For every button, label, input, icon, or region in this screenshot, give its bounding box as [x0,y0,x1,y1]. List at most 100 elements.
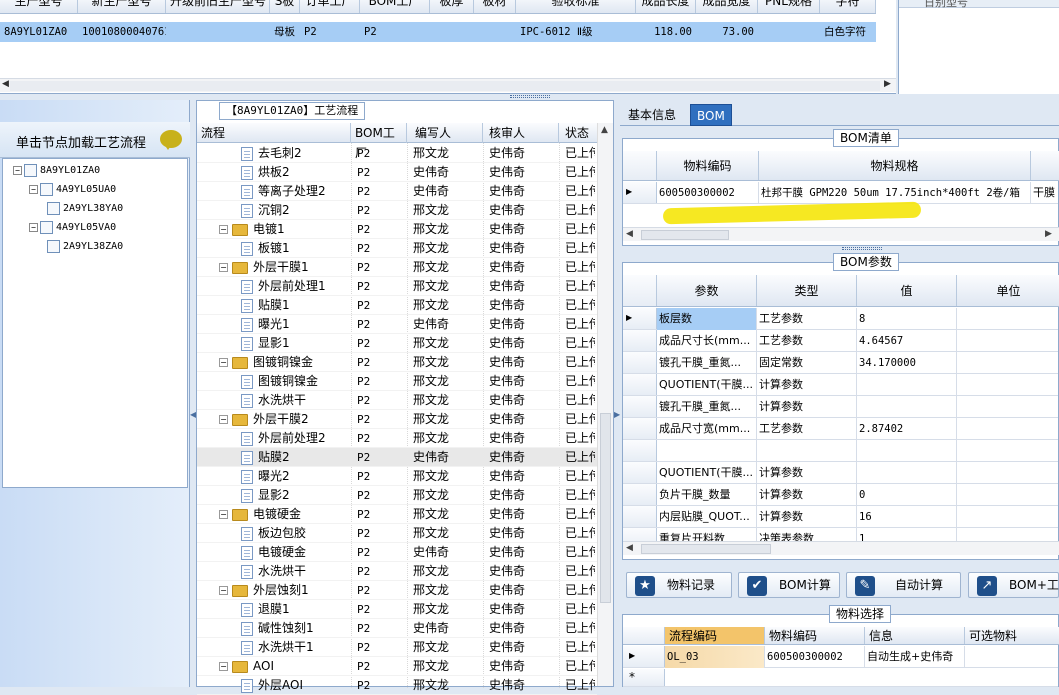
production-cell[interactable] [166,22,270,42]
reviewer-cell[interactable]: 史伟奇 [489,239,549,258]
bom-factory-cell[interactable]: P2 [357,296,417,315]
reviewer-cell[interactable]: 史伟奇 [489,296,549,315]
process-row[interactable]: 外层AOI P2邢文龙史伟奇已上传 [197,676,597,695]
writer-cell[interactable]: 邢文龙 [413,505,473,524]
bom-factory-cell[interactable]: P2 [357,581,417,600]
process-name-cell[interactable]: 贴膜2 [241,448,351,467]
process-name-cell[interactable]: 外层前处理2 [241,429,351,448]
splitter-grip-icon[interactable] [842,247,882,250]
status-cell[interactable]: 已上传 [565,391,595,410]
param-name-cell[interactable]: 成品尺寸宽(mm... [657,418,757,440]
process-row[interactable]: − 图镀铜镍金 P2邢文龙史伟奇已上传 [197,353,597,372]
process-row[interactable]: − 外层干膜1 P2邢文龙史伟奇已上传 [197,258,597,277]
bom-param-row[interactable]: QUOTIENT(干膜... 计算参数 [623,462,1058,484]
process-name-cell[interactable]: − AOI [219,657,351,676]
bom-factory-cell[interactable]: P2 [357,391,417,410]
writer-cell[interactable]: 邢文龙 [413,429,473,448]
param-type-cell[interactable]: 工艺参数 [757,330,857,352]
col-header-reviewer[interactable]: 核审人 [483,123,559,143]
bom-param-row[interactable]: 镀孔干膜_重氮... 计算参数 [623,396,1058,418]
process-name-cell[interactable]: 外层AOI [241,676,351,695]
param-value-cell[interactable] [857,440,957,462]
param-value-cell[interactable]: 16 [857,506,957,528]
reviewer-cell[interactable]: 史伟奇 [489,543,549,562]
process-row[interactable]: 沉铜2 P2邢文龙史伟奇已上传 [197,201,597,220]
param-type-cell[interactable]: 计算参数 [757,506,857,528]
right-splitter-handle[interactable]: ▶ [614,410,620,434]
process-name-cell[interactable]: 曝光1 [241,315,351,334]
status-cell[interactable]: 已上传 [565,448,595,467]
bom-factory-cell[interactable]: P2 [357,448,417,467]
col-header-flow-code[interactable]: 流程编码 [665,627,765,644]
process-name-cell[interactable]: 板镀1 [241,239,351,258]
process-name-cell[interactable]: − 外层蚀刻1 [219,581,351,600]
collapse-icon[interactable]: − [219,225,228,234]
col-header-8[interactable]: 验收标准 [516,0,636,13]
process-row[interactable]: 水洗烘干 P2邢文龙史伟奇已上传 [197,562,597,581]
col-header-writer[interactable]: 编写人 [407,123,483,143]
bom-factory-cell[interactable]: P2 [357,201,417,220]
material-select-row[interactable]: ▶ OL_03 600500300002 自动生成+史伟奇 [623,646,1058,668]
process-row[interactable]: 图镀铜镍金 P2邢文龙史伟奇已上传 [197,372,597,391]
param-name-cell[interactable]: 板层数 [657,308,757,330]
bom-factory-cell[interactable]: P2 [357,467,417,486]
col-header-param[interactable]: 参数 [657,275,757,306]
status-cell[interactable]: 已上传 [565,524,595,543]
col-header-status[interactable]: 状态 [559,123,599,143]
reviewer-cell[interactable]: 史伟奇 [489,505,549,524]
bom-param-row[interactable]: 负片干膜_数量 计算参数 0 [623,484,1058,506]
process-row[interactable]: 水洗烘干1 P2邢文龙史伟奇已上传 [197,638,597,657]
process-name-cell[interactable]: 烘板2 [241,163,351,182]
material-code-cell[interactable]: 600500300002 [765,646,865,668]
bom-param-row[interactable]: ▶ 板层数 工艺参数 8 [623,308,1058,330]
material-code-cell[interactable]: 600500300002 [657,182,759,204]
reviewer-cell[interactable]: 史伟奇 [489,144,549,163]
tab-basic-info[interactable]: 基本信息 [622,104,682,126]
col-header-7[interactable]: 板材 [474,0,516,13]
bom-list-row[interactable]: ▶ 600500300002 杜邦干膜 GPM220 50um 17.75inc… [623,182,1058,204]
scroll-up-icon[interactable]: ▲ [601,125,608,135]
tab-bom[interactable]: BOM [690,104,732,126]
process-row[interactable]: 板镀1 P2邢文龙史伟奇已上传 [197,239,597,258]
bom-plus-button[interactable]: ↗ BOM+工 [968,572,1059,598]
tree-node[interactable]: − 4A9YL05VA0 [29,220,116,236]
process-row[interactable]: 曝光1P2史伟奇史伟奇已上传 [197,315,597,334]
bom-params-hscrollbar[interactable]: ◀ [623,541,1059,555]
scroll-thumb[interactable] [641,544,771,554]
process-row[interactable]: 烘板2P2史伟奇史伟奇已上传 [197,163,597,182]
param-unit-cell[interactable] [957,374,1059,396]
param-value-cell[interactable]: 2.87402 [857,418,957,440]
col-header-unit[interactable]: 单位 [957,275,1059,306]
optional-material-cell[interactable] [965,646,1059,668]
collapse-icon[interactable]: − [29,184,38,194]
bom-param-row[interactable] [623,440,1058,462]
bom-factory-cell[interactable]: P2 [357,486,417,505]
auto-calc-button[interactable]: ✎ 自动计算 [846,572,961,598]
status-cell[interactable]: 已上传 [565,657,595,676]
status-cell[interactable]: 已上传 [565,619,595,638]
process-name-cell[interactable]: 电镀硬金 [241,543,351,562]
process-name-cell[interactable]: 水洗烘干 [241,391,351,410]
status-cell[interactable]: 已上传 [565,467,595,486]
writer-cell[interactable]: 邢文龙 [413,277,473,296]
collapse-icon[interactable]: − [219,510,228,519]
status-cell[interactable]: 已上传 [565,486,595,505]
production-cell[interactable] [474,22,516,42]
process-name-cell[interactable]: 曝光2 [241,467,351,486]
param-value-cell[interactable]: 8 [857,308,957,330]
reviewer-cell[interactable]: 史伟奇 [489,315,549,334]
process-name-cell[interactable]: − 外层干膜1 [219,258,351,277]
writer-cell[interactable]: 邢文龙 [413,600,473,619]
process-name-cell[interactable]: 显影1 [241,334,351,353]
param-type-cell[interactable]: 计算参数 [757,484,857,506]
reviewer-cell[interactable]: 史伟奇 [489,562,549,581]
reviewer-cell[interactable]: 史伟奇 [489,353,549,372]
production-grid-hscrollbar[interactable]: ◀ ▶ [0,78,896,92]
param-type-cell[interactable] [757,440,857,462]
collapse-icon[interactable]: − [29,222,38,232]
col-header-material-spec[interactable]: 物料规格 [759,151,1031,180]
process-name-cell[interactable]: 板边包胶 [241,524,351,543]
collapse-icon[interactable]: − [219,263,228,272]
process-name-cell[interactable]: − 图镀铜镍金 [219,353,351,372]
process-name-cell[interactable]: 图镀铜镍金 [241,372,351,391]
